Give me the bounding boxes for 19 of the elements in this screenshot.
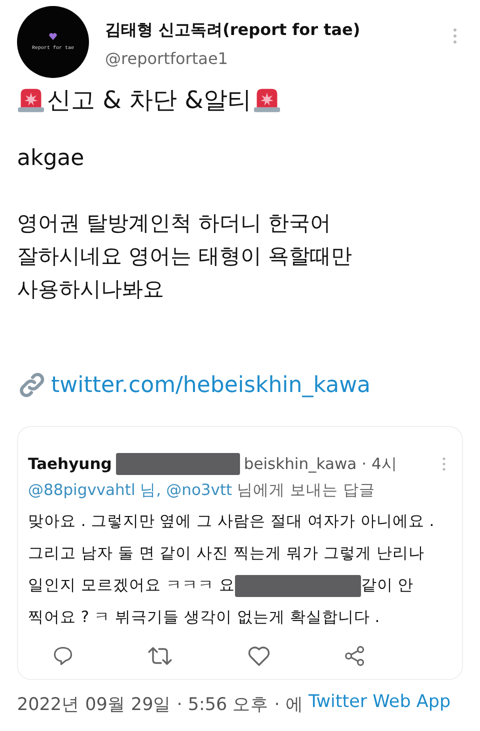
tweet-timestamp: 2022년 09월 29일 · 5:56 오후 · 에 [17,694,304,716]
quoted-tweet-card[interactable]: Taehyung beiskhin_kawa · 4시 @88pigvvahtl 님, @no3vtt 님에게 보내는 답글 맞아요 . 그렇지만 옆에 그 사람은 절대 여자가 아니에요 . 그리고 남자 둘 면 같이 사진 찍는게 뭐가 그렇게 난리나 일인지 모르겠어요 ㅋㅋㅋ 요 같이 안 찍어요 ? ㅋ 뷔극기들 생각이 없는게 확실합니다 . [17,426,463,680]
quoted-handle-time: beiskhin_kawa · 4시 [244,454,398,474]
tweet-text: akgae [17,146,86,171]
author-name[interactable]: 김태형 신고독려(report for tae) [105,20,437,41]
quoted-text: 찍어요 ? ㅋ 뷔극기들 생각이 없는게 확실합니다 . [28,608,380,626]
quoted-text: 맞아요 . 그렇지만 옆에 그 사람은 절대 여자가 아니에요 . [28,512,434,530]
tweet-heading: 신고 & 차단 &알티 [47,85,252,116]
quoted-text: 일인지 모르겠어요 ㅋㅋㅋ 요 [28,576,235,594]
reply-label: 님에게 보내는 답글 [237,480,375,501]
mention-link[interactable]: @no3vtt [166,475,232,505]
quoted-text: 그리고 남자 둘 면 같이 사진 찍는게 뭐가 그렇게 난리나 [28,544,424,562]
tweet-link[interactable]: twitter.com/hebeiskhin_kawa [51,372,371,398]
author-handle[interactable]: @reportfortae1 [105,49,437,68]
source-link[interactable]: Twitter Web App [308,692,451,716]
tweet-text: 영어권 탈방계인척 하더니 한국어 잘하시네요 영어는 태형이 욕할때만 사용하시나봐요 [17,210,354,303]
quoted-text: 같이 안 [360,576,414,594]
quoted-author-name: Taehyung [28,455,112,473]
mention-link[interactable]: @88pigvvahtl 님, [28,475,162,505]
